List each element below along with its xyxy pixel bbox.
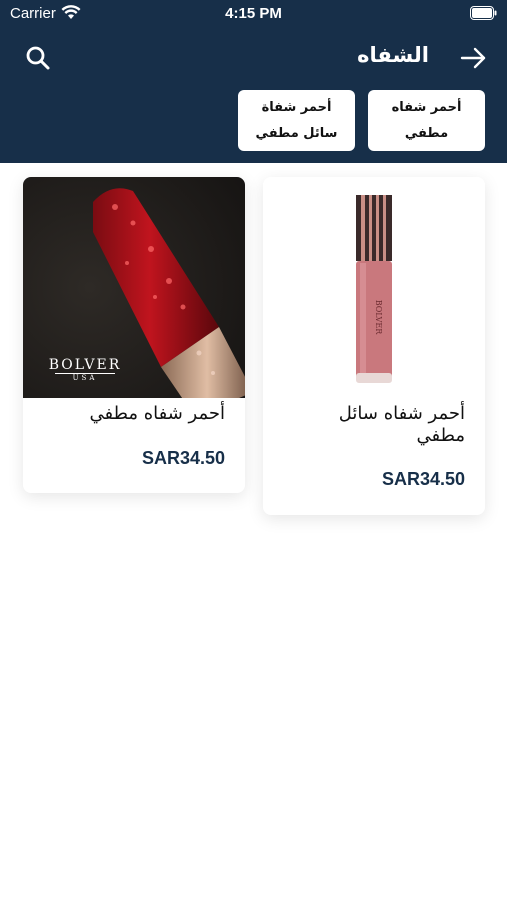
- battery-icon: [470, 6, 497, 20]
- chip-label-line1: أحمر شفاة: [261, 99, 332, 115]
- product-card[interactable]: BOLVER USA أحمر شفاه مطفي SAR34.50: [23, 177, 245, 493]
- svg-text:BOLVER: BOLVER: [374, 300, 383, 336]
- chip-label-line2: سائل مطفي: [255, 125, 338, 141]
- status-bar: Carrier 4:15 PM: [0, 0, 507, 28]
- brand-logo-name: BOLVER: [48, 357, 122, 373]
- back-arrow-icon[interactable]: [459, 44, 487, 72]
- status-time: 4:15 PM: [225, 5, 282, 22]
- product-name-line1: أحمر شفاه سائل: [338, 403, 465, 424]
- product-name-line1: أحمر شفاه مطفي: [89, 403, 225, 424]
- brand-logo: BOLVER USA: [43, 357, 127, 382]
- chip-label-line1: أحمر شفاه: [391, 99, 462, 115]
- chip-label-line2: مطفي: [404, 125, 449, 141]
- category-chip-matte-lipstick[interactable]: أحمر شفاه مطفي: [368, 90, 485, 151]
- product-price: SAR34.50: [141, 448, 225, 468]
- top-header: Carrier 4:15 PM الشفاه أحمر شفاه مطفي أح…: [0, 0, 507, 163]
- product-image-liquid-lipstick: BOLVER: [263, 177, 485, 398]
- product-card[interactable]: BOLVER أحمر شفاه سائل مطفي SAR34.50: [263, 177, 485, 515]
- page-title: الشفاه: [357, 43, 429, 67]
- product-name: أحمر شفاه سائل مطفي: [275, 403, 465, 447]
- product-name-line2: مطفي: [416, 425, 465, 446]
- product-name: أحمر شفاه مطفي: [35, 403, 225, 425]
- category-chip-liquid-matte[interactable]: أحمر شفاة سائل مطفي: [238, 90, 355, 151]
- brand-logo-sub: USA: [55, 373, 115, 382]
- product-price: SAR34.50: [381, 469, 465, 489]
- search-icon[interactable]: [25, 45, 51, 71]
